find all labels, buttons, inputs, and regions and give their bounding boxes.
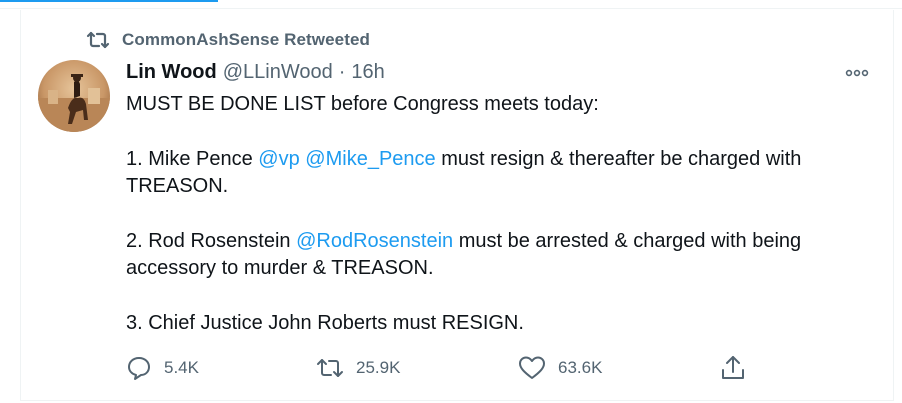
retweet-context[interactable]: CommonAshSense Retweeted (86, 28, 370, 52)
mention-link[interactable]: @Mike_Pence (305, 148, 435, 170)
share-icon (720, 354, 746, 382)
tweet-paragraph: 1. Mike Pence @vp @Mike_Pence must resig… (126, 148, 802, 197)
like-count: 63.6K (558, 358, 603, 377)
tweet-paragraph: 3. Chief Justice John Roberts must RESIG… (126, 312, 524, 334)
reply-icon (126, 355, 152, 381)
tweet-paragraph: 2. Rod Rosenstein @RodRosenstein must be… (126, 230, 802, 279)
more-options-button[interactable] (842, 62, 872, 86)
share-button[interactable] (720, 354, 746, 382)
more-icon (845, 65, 869, 83)
reply-button[interactable]: 5.4K (126, 354, 199, 382)
tweet-timestamp[interactable]: 16h (351, 61, 384, 84)
author-name[interactable]: Lin Wood (126, 61, 217, 84)
heart-icon (518, 355, 546, 381)
retweet-context-label: CommonAshSense Retweeted (122, 30, 371, 49)
tweet-actions: 5.4K 25.9K 63.6K (126, 354, 766, 382)
divider (0, 8, 902, 9)
retweet-icon (316, 356, 344, 380)
mention-link[interactable]: @RodRosenstein (296, 230, 453, 252)
mention-link[interactable]: @vp (258, 148, 299, 170)
tweet-text: MUST BE DONE LIST before Congress meets … (126, 91, 866, 337)
tweet-header: Lin Wood @LLinWood · 16h (126, 61, 385, 87)
reply-count: 5.4K (164, 358, 199, 377)
avatar[interactable] (38, 60, 110, 132)
retweet-count: 25.9K (356, 358, 401, 377)
tweet-paragraph: MUST BE DONE LIST before Congress meets … (126, 93, 599, 115)
like-button[interactable]: 63.6K (518, 354, 602, 382)
separator-dot: · (338, 61, 346, 83)
retweet-icon (86, 30, 110, 50)
author-handle[interactable]: @LLinWood (223, 61, 333, 84)
active-tab-indicator (0, 0, 218, 2)
divider (20, 400, 894, 401)
retweet-button[interactable]: 25.9K (316, 354, 400, 382)
